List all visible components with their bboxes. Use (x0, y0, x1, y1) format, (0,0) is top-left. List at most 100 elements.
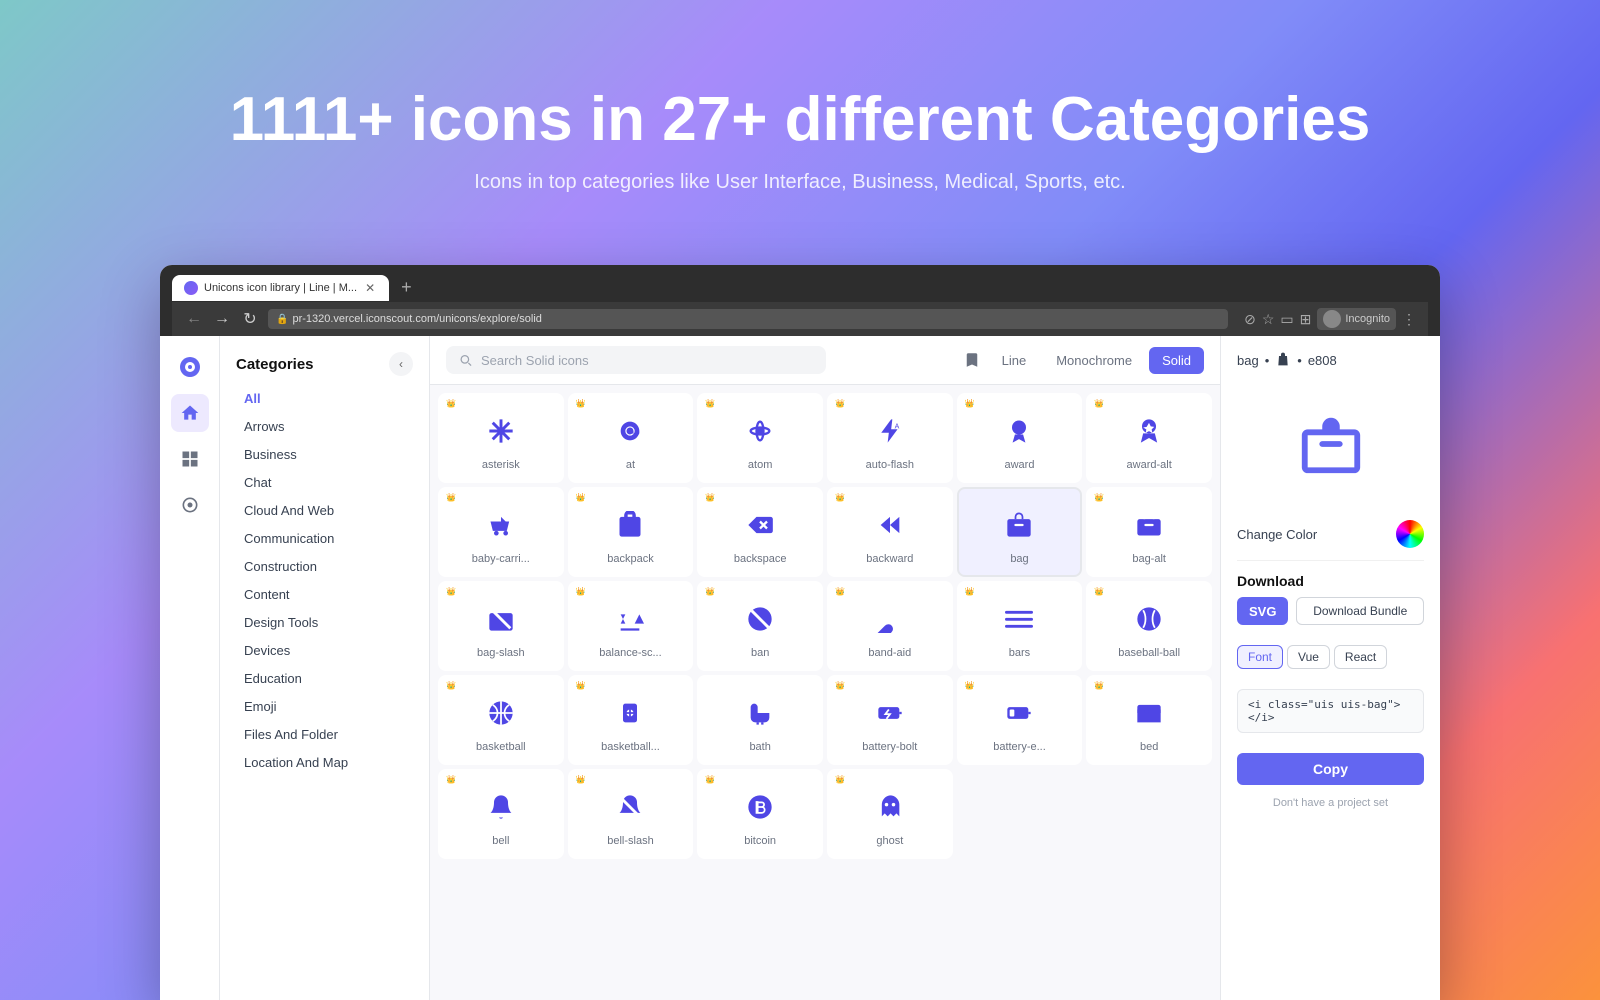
sidebar-home-icon[interactable] (171, 394, 209, 432)
address-input[interactable]: 🔒 pr-1320.vercel.iconscout.com/unicons/e… (268, 309, 1228, 329)
ext-icon-star[interactable]: ☆ (1262, 311, 1275, 328)
more-options-icon[interactable]: ⋮ (1402, 311, 1416, 328)
premium-crown-icon: 👑 (576, 587, 586, 596)
category-item-chat[interactable]: Chat (228, 469, 421, 496)
premium-crown-icon: 👑 (835, 399, 845, 408)
icon-preview-large (1291, 404, 1371, 484)
icon-cell-bell[interactable]: 👑bell (438, 769, 564, 859)
icon-svg-auto-flash: A (870, 411, 910, 451)
back-button[interactable]: ← (184, 310, 204, 328)
icon-cell-award-alt[interactable]: 👑award-alt (1086, 393, 1212, 483)
sidebar-settings-icon[interactable] (171, 486, 209, 524)
change-color-row: Change Color (1237, 520, 1424, 548)
category-item-content[interactable]: Content (228, 581, 421, 608)
icons-main: Line Monochrome Solid 👑asterisk👑at👑atom👑… (430, 336, 1220, 1000)
icon-cell-baby-carri...[interactable]: 👑baby-carri... (438, 487, 564, 577)
svg-download-button[interactable]: SVG (1237, 597, 1288, 625)
new-tab-button[interactable]: + (393, 273, 420, 302)
icon-cell-backpack[interactable]: 👑backpack (568, 487, 694, 577)
category-item-emoji[interactable]: Emoji (228, 693, 421, 720)
ext-icon-puzzle[interactable]: ⊞ (1300, 311, 1312, 328)
icon-cell-battery-e...[interactable]: 👑battery-e... (957, 675, 1083, 765)
collapse-button[interactable]: ‹ (389, 352, 413, 376)
premium-crown-icon: 👑 (576, 399, 586, 408)
search-input[interactable] (481, 353, 814, 368)
incognito-button[interactable]: Incognito (1317, 308, 1396, 330)
category-item-construction[interactable]: Construction (228, 553, 421, 580)
search-input-wrapper[interactable] (446, 346, 826, 374)
icon-name-battery-e...: battery-e... (993, 741, 1046, 753)
reload-button[interactable]: ↻ (240, 309, 260, 329)
icon-cell-ban[interactable]: 👑ban (697, 581, 823, 671)
bundle-download-button[interactable]: Download Bundle (1296, 597, 1424, 625)
categories-header: Categories ‹ (220, 348, 429, 384)
icon-cell-battery-bolt[interactable]: 👑battery-bolt (827, 675, 953, 765)
icon-name-bag-slash: bag-slash (477, 647, 525, 659)
icon-cell-award[interactable]: 👑award (957, 393, 1083, 483)
icon-cell-bag-alt[interactable]: 👑bag-alt (1086, 487, 1212, 577)
solid-style-btn[interactable]: Solid (1149, 347, 1204, 374)
icon-svg-award (999, 411, 1039, 451)
icon-cell-auto-flash[interactable]: 👑Aauto-flash (827, 393, 953, 483)
bookmark-icon[interactable] (963, 351, 981, 369)
premium-crown-icon: 👑 (1094, 681, 1104, 690)
browser-tab-active[interactable]: Unicons icon library | Line | M... ✕ (172, 275, 389, 301)
category-item-education[interactable]: Education (228, 665, 421, 692)
icon-cell-bitcoin[interactable]: 👑bitcoin (697, 769, 823, 859)
icon-cell-bars[interactable]: 👑bars (957, 581, 1083, 671)
sidebar-grid-icon[interactable] (171, 440, 209, 478)
copy-button[interactable]: Copy (1237, 753, 1424, 785)
icon-cell-bath[interactable]: bath (697, 675, 823, 765)
premium-crown-icon: 👑 (576, 775, 586, 784)
icon-cell-ghost[interactable]: 👑ghost (827, 769, 953, 859)
icon-cell-at[interactable]: 👑at (568, 393, 694, 483)
browser-tabs: Unicons icon library | Line | M... ✕ + (172, 273, 1428, 302)
icon-cell-basketball[interactable]: 👑basketball (438, 675, 564, 765)
category-item-arrows[interactable]: Arrows (228, 413, 421, 440)
icon-name-bed: bed (1140, 741, 1158, 753)
selected-icon-name: bag (1237, 353, 1259, 368)
tab-close-icon[interactable]: ✕ (363, 281, 377, 295)
icon-cell-band-aid[interactable]: 👑band-aid (827, 581, 953, 671)
category-item-files-and-folder[interactable]: Files And Folder (228, 721, 421, 748)
monochrome-style-btn[interactable]: Monochrome (1043, 347, 1145, 374)
line-style-btn[interactable]: Line (989, 347, 1040, 374)
icon-cell-backspace[interactable]: 👑backspace (697, 487, 823, 577)
category-item-communication[interactable]: Communication (228, 525, 421, 552)
vue-tab-button[interactable]: Vue (1287, 645, 1330, 669)
premium-crown-icon: 👑 (446, 681, 456, 690)
react-tab-button[interactable]: React (1334, 645, 1387, 669)
category-item-design-tools[interactable]: Design Tools (228, 609, 421, 636)
download-buttons: SVG Download Bundle (1237, 597, 1424, 625)
icon-cell-backward[interactable]: 👑backward (827, 487, 953, 577)
icon-cell-bell-slash[interactable]: 👑bell-slash (568, 769, 694, 859)
forward-button[interactable]: → (212, 310, 232, 328)
icon-name-band-aid: band-aid (868, 647, 911, 659)
icon-cell-bag-slash[interactable]: 👑bag-slash (438, 581, 564, 671)
category-item-location-and-map[interactable]: Location And Map (228, 749, 421, 776)
category-item-cloud-and-web[interactable]: Cloud And Web (228, 497, 421, 524)
icon-cell-bag[interactable]: bag (957, 487, 1083, 577)
icon-name-bag-alt: bag-alt (1132, 553, 1166, 565)
sidebar-logo[interactable] (171, 348, 209, 386)
category-item-business[interactable]: Business (228, 441, 421, 468)
category-item-all[interactable]: All (228, 385, 421, 412)
color-picker-icon[interactable] (1396, 520, 1424, 548)
icon-cell-asterisk[interactable]: 👑asterisk (438, 393, 564, 483)
font-tab-button[interactable]: Font (1237, 645, 1283, 669)
category-item-devices[interactable]: Devices (228, 637, 421, 664)
icon-cell-atom[interactable]: 👑atom (697, 393, 823, 483)
icon-cell-basketball...[interactable]: 👑basketball... (568, 675, 694, 765)
icon-name-bitcoin: bitcoin (744, 835, 776, 847)
right-panel-header: bag • • e808 (1237, 352, 1424, 368)
icon-name-ban: ban (751, 647, 769, 659)
icon-svg-bag-slash (481, 599, 521, 639)
icons-grid-container: 👑asterisk👑at👑atom👑Aauto-flash👑award👑awar… (430, 385, 1220, 1000)
icon-cell-balance-sc...[interactable]: 👑balance-sc... (568, 581, 694, 671)
ext-icon-1[interactable]: ⊘ (1244, 311, 1256, 328)
icon-name-asterisk: asterisk (482, 459, 520, 471)
icon-cell-bed[interactable]: 👑 bed (1086, 675, 1212, 765)
icon-cell-baseball-ball[interactable]: 👑baseball-ball (1086, 581, 1212, 671)
icon-svg-basketball (481, 693, 521, 733)
ext-icon-cast[interactable]: ▭ (1280, 311, 1293, 328)
